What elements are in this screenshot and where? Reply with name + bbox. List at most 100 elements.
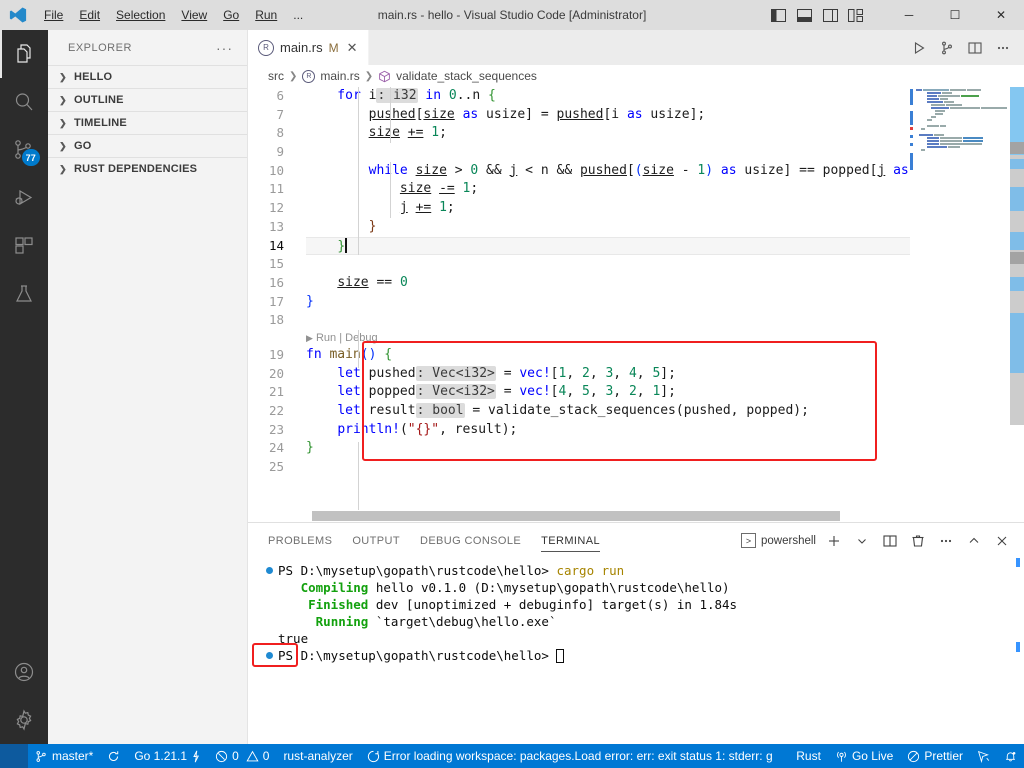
activity-item-search[interactable] [0, 78, 48, 126]
code-editor[interactable]: 6 7 8 9 10 11 12 13 14 15 16 17 18 19 20 [248, 87, 1024, 510]
status-problems[interactable]: 0 0 [208, 744, 276, 768]
menu-view[interactable]: View [173, 4, 215, 26]
panel-tab-problems[interactable]: PROBLEMS [268, 523, 332, 558]
status-sync[interactable] [100, 744, 127, 768]
workbench-body: 77 EXPLORER ··· ❯ HELLO ❯ OUTLINE ❯ TIME… [0, 30, 1024, 744]
remote-indicator[interactable] [0, 744, 28, 768]
editor-horizontal-scrollbar[interactable] [248, 510, 1024, 522]
activity-item-testing[interactable] [0, 270, 48, 318]
status-notifications[interactable] [997, 744, 1024, 768]
activity-item-run-and-debug[interactable] [0, 174, 48, 222]
split-terminal-icon[interactable] [880, 531, 900, 551]
run-code-icon[interactable] [908, 37, 930, 59]
chevron-down-icon[interactable] [852, 531, 872, 551]
sidebar-more-icon[interactable]: ··· [216, 40, 239, 56]
sidebar-item-go[interactable]: ❯ GO [48, 134, 247, 157]
terminal-line-compiling: Compiling hello v0.1.0 (D:\mysetup\gopat… [266, 579, 1024, 596]
split-terminal-icon[interactable] [936, 37, 958, 59]
activity-item-settings[interactable] [0, 696, 48, 744]
line-number: 25 [268, 459, 284, 475]
status-prettier[interactable]: Prettier [900, 744, 970, 768]
status-workspace-error[interactable]: Error loading workspace: packages.Load e… [360, 744, 780, 768]
tab-main-rs[interactable]: R main.rs M ✕ [248, 30, 369, 65]
source-control-icon [35, 750, 48, 763]
chevron-right-icon: ❯ [59, 163, 67, 174]
menu-run[interactable]: Run [247, 4, 285, 26]
terminal-output[interactable]: PS D:\mysetup\gopath\rustcode\hello> car… [248, 558, 1024, 744]
status-feedback[interactable] [970, 744, 997, 768]
breadcrumb-item-symbol[interactable]: validate_stack_sequences [396, 69, 537, 83]
sidebar-title-label: EXPLORER [68, 41, 132, 54]
toggle-panel-icon[interactable] [792, 3, 816, 27]
editor-group: R main.rs M ✕ src ❯ R main.rs ❯ validate… [248, 30, 1024, 744]
panel-tab-terminal[interactable]: TERMINAL [541, 523, 600, 558]
tab-label: main.rs [280, 40, 323, 55]
terminal-cursor [556, 649, 565, 663]
editor-tabs: R main.rs M ✕ [248, 30, 1024, 65]
status-language-mode[interactable]: Rust [789, 744, 828, 768]
chevron-right-icon: ❯ [59, 94, 67, 105]
status-go-live[interactable]: Go Live [828, 744, 900, 768]
split-editor-icon[interactable] [964, 37, 986, 59]
terminal-line-prompt: PS D:\mysetup\gopath\rustcode\hello> [266, 647, 1024, 664]
bell-dot-icon [1004, 750, 1017, 763]
menu-edit[interactable]: Edit [71, 4, 108, 26]
more-actions-icon[interactable] [992, 37, 1014, 59]
terminal-line-command: PS D:\mysetup\gopath\rustcode\hello> car… [266, 562, 1024, 579]
panel-tab-output[interactable]: OUTPUT [352, 523, 400, 558]
panel-header: PROBLEMS OUTPUT DEBUG CONSOLE TERMINAL >… [248, 523, 1024, 558]
close-button[interactable]: ✕ [978, 0, 1024, 30]
minimap[interactable] [910, 87, 1010, 510]
status-branch[interactable]: master* [28, 744, 100, 768]
line-number: 21 [268, 384, 284, 400]
codelens-run-link[interactable]: Run [316, 332, 336, 344]
rust-file-icon: R [302, 69, 316, 83]
panel-actions: > powershell [741, 531, 1024, 551]
activity-item-source-control[interactable]: 77 [0, 126, 48, 174]
activity-item-extensions[interactable] [0, 222, 48, 270]
sidebar-header: EXPLORER ··· [48, 30, 247, 65]
status-rust-analyzer[interactable]: rust-analyzer [276, 744, 359, 768]
maximize-panel-icon[interactable] [964, 531, 984, 551]
tab-close-icon[interactable]: ✕ [345, 40, 358, 56]
line-number: 20 [268, 365, 284, 381]
menu-file[interactable]: File [36, 4, 71, 26]
customize-layout-icon[interactable] [844, 3, 868, 27]
editor-vertical-scrollbar[interactable] [1010, 87, 1024, 510]
sidebar-item-timeline[interactable]: ❯ TIMELINE [48, 111, 247, 134]
new-terminal-icon[interactable] [824, 531, 844, 551]
sidebar-item-rust-dependencies[interactable]: ❯ RUST DEPENDENCIES [48, 157, 247, 180]
indent-guide [390, 87, 391, 143]
scrollbar-decoration [1010, 159, 1024, 169]
hscroll-thumb[interactable] [312, 511, 840, 521]
panel-tab-debug-console[interactable]: DEBUG CONSOLE [420, 523, 521, 558]
line-number: 23 [268, 421, 284, 437]
sidebar-item-outline[interactable]: ❯ OUTLINE [48, 88, 247, 111]
terminal-name: powershell [761, 534, 816, 547]
tab-dirty-badge: M [328, 40, 339, 55]
more-actions-icon[interactable] [936, 531, 956, 551]
terminal-selector[interactable]: > powershell [741, 533, 816, 548]
language-label: Rust [796, 749, 821, 763]
search-icon [12, 90, 36, 114]
breadcrumb-item-file[interactable]: main.rs [320, 69, 359, 83]
activity-item-accounts[interactable] [0, 648, 48, 696]
activity-item-explorer[interactable] [0, 30, 48, 78]
menu-more[interactable]: ... [285, 4, 311, 26]
kill-terminal-icon[interactable] [908, 531, 928, 551]
workspace-error-label: Error loading workspace: packages.Load e… [383, 749, 773, 763]
toggle-primary-sidebar-icon[interactable] [766, 3, 790, 27]
breadcrumb-item-src[interactable]: src [268, 69, 284, 83]
codelens-debug-link[interactable]: Debug [345, 332, 377, 344]
go-live-label: Go Live [851, 749, 894, 763]
minimize-button[interactable]: ─ [886, 0, 932, 30]
prettier-icon [907, 750, 920, 763]
close-panel-icon[interactable] [992, 531, 1012, 551]
status-go-version[interactable]: Go 1.21.1 [127, 744, 208, 768]
toggle-secondary-sidebar-icon[interactable] [818, 3, 842, 27]
maximize-button[interactable]: ☐ [932, 0, 978, 30]
chevron-right-icon: ❯ [59, 117, 67, 128]
menu-go[interactable]: Go [215, 4, 247, 26]
sidebar-item-hello[interactable]: ❯ HELLO [48, 65, 247, 88]
menu-selection[interactable]: Selection [108, 4, 173, 26]
